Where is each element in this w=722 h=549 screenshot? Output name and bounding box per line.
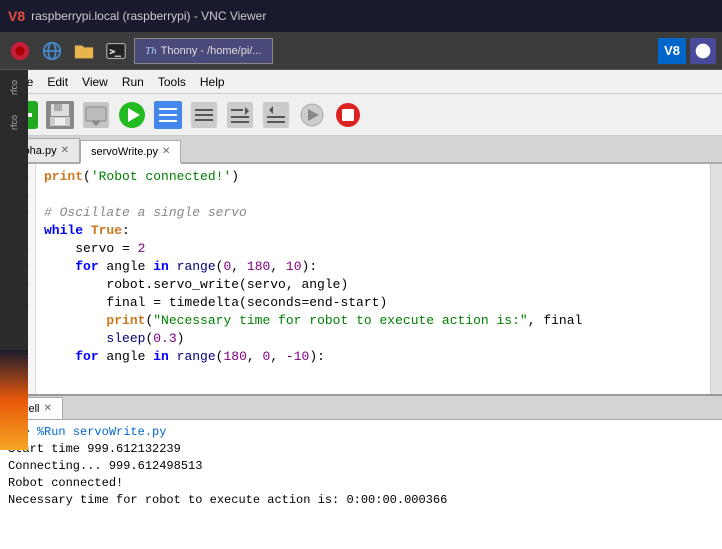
taskbar: >_ Th Thonny - /home/pi/... V8 — [0, 32, 722, 70]
step-into-button[interactable] — [224, 99, 256, 131]
menu-run[interactable]: Run — [116, 73, 150, 91]
vnc-badge: V8 — [658, 38, 686, 64]
menu-tools[interactable]: Tools — [152, 73, 192, 91]
step-out-button[interactable] — [260, 99, 292, 131]
vnc-logo: V8 — [8, 8, 25, 24]
save-button[interactable] — [44, 99, 76, 131]
editor-area[interactable]: 14 15 16 17 18 19 20 21 22 23 24 print('… — [0, 164, 722, 394]
shell-section: Shell ✕ >>> %Run servoWrite.py Start tim… — [0, 394, 722, 549]
debug-button[interactable] — [152, 99, 184, 131]
menu-help[interactable]: Help — [194, 73, 231, 91]
shell-line-4: Necessary time for robot to execute acti… — [8, 492, 714, 509]
shell-content[interactable]: >>> %Run servoWrite.py Start time 999.61… — [0, 420, 722, 549]
shell-tab-bar: Shell ✕ — [0, 396, 722, 420]
sidebar-label-rfco: rfco — [9, 80, 19, 95]
stop-button[interactable] — [332, 99, 364, 131]
ide-window: File Edit View Run Tools Help — [0, 70, 722, 549]
menu-bar: File Edit View Run Tools Help — [0, 70, 722, 94]
thonny-taskbar-label: Thonny - /home/pi/... — [161, 45, 262, 57]
editor-scrollbar[interactable] — [710, 164, 722, 394]
left-sidebar: rfco rfco — [0, 70, 28, 450]
shell-line-2: Connecting... 999.612498513 — [8, 458, 714, 475]
title-bar: V8 raspberrypi.local (raspberrypi) - VNC… — [0, 0, 722, 32]
resume-button[interactable] — [296, 99, 328, 131]
extra-taskbar-icon[interactable] — [690, 38, 716, 64]
svg-text:>_: >_ — [110, 46, 122, 57]
folder-icon[interactable] — [70, 37, 98, 65]
tab-servowrite-label: servoWrite.py — [91, 146, 158, 158]
shell-tab-close[interactable]: ✕ — [43, 403, 51, 414]
shell-line-3: Robot connected! — [8, 475, 714, 492]
tab-servowrite-close[interactable]: ✕ — [162, 146, 170, 157]
tab-servowrite[interactable]: servoWrite.py ✕ — [80, 140, 181, 164]
load-button[interactable] — [80, 99, 112, 131]
raspberry-pi-icon[interactable] — [6, 37, 34, 65]
sidebar-label-rfco2: rfco — [9, 115, 19, 130]
thonny-taskbar-button[interactable]: Th Thonny - /home/pi/... — [134, 38, 273, 64]
menu-view[interactable]: View — [76, 73, 114, 91]
sidebar-sunset-decoration — [0, 350, 28, 450]
code-editor[interactable]: print('Robot connected!') # Oscillate a … — [36, 164, 710, 394]
tab-alpha-close[interactable]: ✕ — [61, 145, 69, 156]
shell-line-1: Start time 999.612132239 — [8, 441, 714, 458]
terminal-icon[interactable]: >_ — [102, 37, 130, 65]
shell-prompt-line: >>> %Run servoWrite.py — [8, 424, 714, 441]
tab-bar: alpha.py ✕ servoWrite.py ✕ — [0, 136, 722, 164]
shell-run-cmd: %Run servoWrite.py — [37, 425, 167, 439]
run-button[interactable] — [116, 99, 148, 131]
menu-edit[interactable]: Edit — [41, 73, 74, 91]
window-title: raspberrypi.local (raspberrypi) - VNC Vi… — [31, 9, 266, 23]
globe-icon[interactable] — [38, 37, 66, 65]
toolbar — [0, 94, 722, 136]
step-over-button[interactable] — [188, 99, 220, 131]
